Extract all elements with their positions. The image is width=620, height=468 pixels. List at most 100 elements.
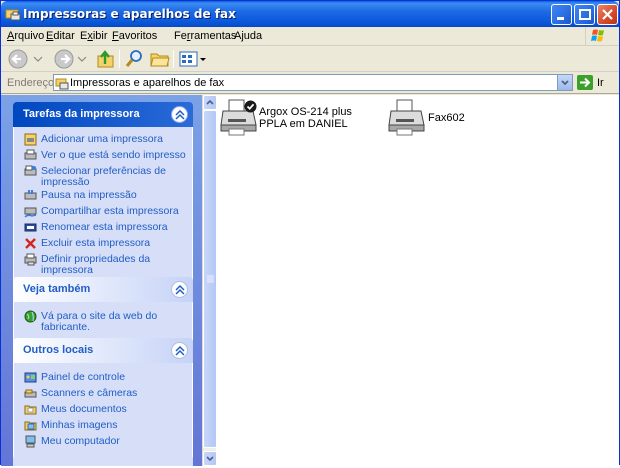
task-delete[interactable]: Excluir esta impressora [14,237,192,252]
toolbar [1,46,619,72]
task-add-printer[interactable]: Adicionar uma impressora [14,133,192,148]
close-button[interactable] [597,4,618,25]
chevron-up-icon [175,285,185,295]
menu-ajuda[interactable]: Ajuda [234,30,262,42]
back-button[interactable] [7,48,47,70]
window-title: Impressoras e aparelhos de fax [23,7,236,21]
preferences-icon [24,165,37,176]
go-label[interactable]: Ir [597,77,604,89]
scroll-up-arrow-icon [206,99,214,105]
panel-header-see-also[interactable]: Veja também [13,277,193,302]
forward-button[interactable] [53,48,91,70]
task-share[interactable]: Compartilhar esta impressora [14,205,192,220]
menu-bar: Arquivo Editar Exibir Favoritos Ferramen… [1,27,619,46]
scroll-down-arrow-icon [206,456,214,462]
toolbar-separator [173,50,174,68]
minimize-icon [557,17,564,20]
task-pane: Tarefas da impressora Adicionar uma impr… [1,95,202,466]
go-button[interactable] [577,75,593,90]
scroll-up-button[interactable] [203,95,217,110]
collapse-button[interactable] [171,342,188,359]
chevron-up-icon [175,110,185,120]
printer-folder-icon [55,78,69,90]
panel-body: Painel de controle Scanners e câmeras Me… [13,363,193,462]
back-arrow-icon [8,49,43,69]
place-my-pictures[interactable]: Minhas imagens [14,419,192,434]
task-manufacturer-site[interactable]: Vá para o site da web do fabricante. [14,310,192,333]
toolbar-separator [119,50,120,68]
print-queue-icon [24,149,37,160]
place-scanners-cameras[interactable]: Scanners e câmeras [14,387,192,402]
printer-label: Argox OS-214 plus PPLA em DANIEL [259,106,352,130]
title-bar[interactable]: Impressoras e aparelhos de fax [1,1,619,27]
panel-header-printer-tasks[interactable]: Tarefas da impressora [13,102,193,127]
scroll-down-button[interactable] [203,451,217,466]
share-icon [24,207,37,218]
task-properties[interactable]: Definir propriedades da impressora [14,253,192,276]
explorer-window: Impressoras e aparelhos de fax Arquivo E… [0,0,620,466]
close-icon [602,9,613,20]
address-label: Endereço [7,77,55,89]
windows-logo [585,27,613,45]
scroll-thumb[interactable] [203,110,217,448]
folder-icon [24,405,37,415]
address-input[interactable]: Impressoras e aparelhos de fax [53,74,573,91]
folders-icon [150,53,170,67]
properties-icon [24,253,37,266]
menu-exibir[interactable]: Exibir [80,30,108,42]
collapse-button[interactable] [171,106,188,123]
chevron-up-icon [175,346,185,356]
pause-icon [24,190,37,200]
search-button[interactable] [124,48,146,70]
web-icon [24,310,37,323]
address-bar: Endereço Impressoras e aparelhos de fax … [1,72,619,94]
printer-item-argox[interactable]: Argox OS-214 plus PPLA em DANIEL [220,97,390,139]
address-value: Impressoras e aparelhos de fax [70,77,225,89]
minimize-button[interactable] [551,4,572,25]
scanner-icon [24,389,37,398]
up-folder-button[interactable] [95,48,117,70]
views-button[interactable] [178,48,208,70]
chevron-down-icon [561,80,569,86]
panel-header-other-places[interactable]: Outros locais [13,338,193,363]
panel-title: Outros locais [23,344,94,356]
task-pane-scrollbar[interactable] [202,95,217,466]
go-arrow-icon [580,77,591,88]
collapse-button[interactable] [171,281,188,298]
menu-arquivo[interactable]: Arquivo [7,30,44,42]
panel-other-places: Outros locais Painel de controle Scanner… [13,338,193,462]
place-my-computer[interactable]: Meu computador [14,435,192,450]
panel-see-also: Veja também Vá para o site da web do fab… [13,277,193,345]
task-pause[interactable]: Pausa na impressão [14,189,192,204]
task-preferences[interactable]: Selecionar preferências de impressão [14,165,192,188]
place-my-documents[interactable]: Meus documentos [14,403,192,418]
default-printer-check-icon [244,100,257,113]
place-control-panel[interactable]: Painel de controle [14,371,192,386]
control-panel-icon [24,372,37,383]
task-see-printing[interactable]: Ver o que está sendo impresso [14,149,192,164]
fax-icon [388,99,425,136]
windows-flag-icon [591,29,604,42]
folders-button[interactable] [149,48,171,70]
panel-title: Tarefas da impressora [23,108,140,120]
maximize-icon [579,9,591,20]
panel-details-collapsed[interactable] [13,455,193,466]
printers-list-view[interactable]: Argox OS-214 plus PPLA em DANIEL Fax602 [216,95,619,466]
delete-icon [25,238,36,249]
views-icon [179,51,206,67]
panel-body: Adicionar uma impressora Ver o que está … [13,127,193,282]
menu-ferramentas[interactable]: Ferramentas [174,30,236,42]
task-rename[interactable]: Renomear esta impressora [14,221,192,236]
panel-printer-tasks: Tarefas da impressora Adicionar uma impr… [13,102,193,282]
printer-item-fax602[interactable]: Fax602 [388,97,498,139]
address-dropdown-button[interactable] [557,75,572,90]
add-printer-icon [24,133,37,146]
printer-folder-icon [5,9,21,21]
grip-icon [207,275,214,283]
menu-favoritos[interactable]: Favoritos [112,30,157,42]
printer-label: Fax602 [428,112,465,124]
panel-title: Veja também [23,283,91,295]
up-folder-icon [97,50,114,68]
menu-editar[interactable]: Editar [46,30,75,42]
maximize-button[interactable] [574,4,595,25]
